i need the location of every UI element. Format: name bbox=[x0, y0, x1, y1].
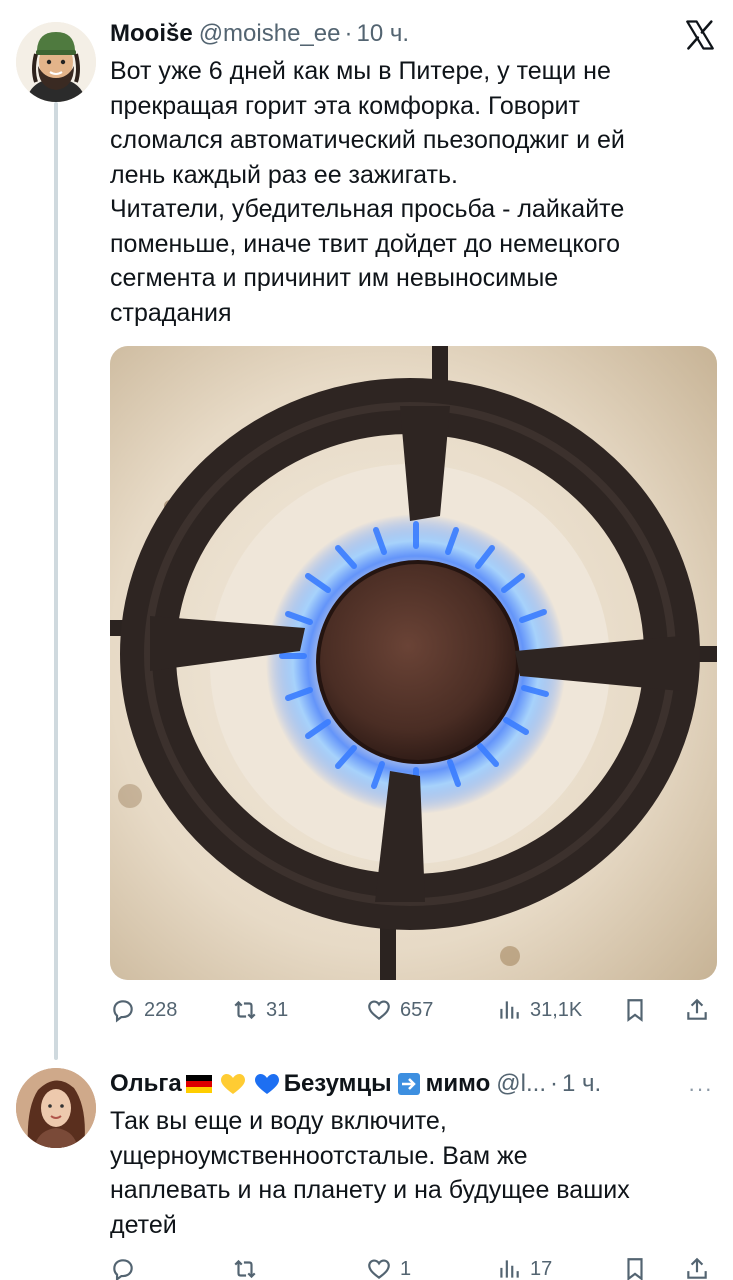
reply-author-avatar[interactable] bbox=[16, 1068, 96, 1148]
tweet-thread: Mooiše @moishe_ee · 10 ч. Вот уже 6 дней… bbox=[0, 0, 733, 1280]
views-count: 31,1K bbox=[530, 998, 583, 1021]
repost-icon bbox=[234, 1259, 256, 1279]
right-arrow-icon bbox=[395, 1073, 423, 1095]
reply-count: 228 bbox=[144, 998, 178, 1021]
reply-avatar-photo-icon bbox=[16, 1068, 96, 1148]
reply-like-count: 1 bbox=[400, 1257, 412, 1280]
views-button[interactable]: 31,1K bbox=[496, 993, 582, 1027]
reply-author-name-part2[interactable]: Безумцы bbox=[284, 1070, 392, 1098]
reply-author-handle[interactable]: @l... bbox=[496, 1070, 546, 1098]
reply-reply-button[interactable] bbox=[110, 1252, 144, 1280]
reply-tweet[interactable]: Ольга Безумцы мимо @l... · 1 ч. ··· Так … bbox=[110, 1064, 717, 1242]
views-bar-chart-icon bbox=[500, 1260, 519, 1278]
thread-connector-line bbox=[54, 102, 58, 1060]
reply-bubble-icon bbox=[113, 1259, 133, 1280]
reply-header-separator: · bbox=[549, 1070, 558, 1097]
reply-share-button[interactable] bbox=[684, 1252, 710, 1280]
tweet-timestamp[interactable]: 10 ч. bbox=[356, 20, 409, 48]
reply-bubble-icon bbox=[113, 1000, 133, 1023]
tweet-text: Вот уже 6 дней как мы в Питере, у тещи н… bbox=[110, 57, 625, 327]
repost-button[interactable]: 31 bbox=[232, 993, 288, 1027]
bookmark-icon bbox=[627, 999, 643, 1022]
repost-icon bbox=[234, 1000, 256, 1020]
reply-button[interactable]: 228 bbox=[110, 993, 177, 1027]
reply-views-count: 17 bbox=[530, 1257, 553, 1280]
more-options-button[interactable]: ··· bbox=[688, 1076, 713, 1102]
reply-like-button[interactable]: 1 bbox=[366, 1252, 411, 1280]
reply-actions-bar: 1 17 bbox=[110, 1252, 717, 1280]
like-count: 657 bbox=[400, 998, 434, 1021]
like-button[interactable]: 657 bbox=[366, 993, 433, 1027]
author-name[interactable]: Mooiše bbox=[110, 20, 193, 48]
reply-repost-button[interactable] bbox=[232, 1252, 266, 1280]
reply-author-name-part3[interactable]: мимо bbox=[426, 1070, 491, 1098]
repost-count: 31 bbox=[266, 998, 289, 1021]
x-logo-icon[interactable] bbox=[683, 18, 717, 52]
share-icon bbox=[687, 998, 707, 1020]
share-button[interactable] bbox=[684, 993, 710, 1027]
avatar-illustration-icon bbox=[16, 22, 96, 102]
bookmark-button[interactable] bbox=[622, 993, 648, 1027]
tweet-media-photo[interactable] bbox=[110, 346, 717, 980]
header-separator: · bbox=[344, 20, 353, 47]
reply-text: Так вы еще и воду включите, ущерноумстве… bbox=[110, 1107, 630, 1239]
reply-timestamp[interactable]: 1 ч. bbox=[562, 1070, 601, 1098]
views-bar-chart-icon bbox=[500, 1001, 519, 1019]
reply-bookmark-button[interactable] bbox=[622, 1252, 648, 1280]
main-tweet[interactable]: Mooiše @moishe_ee · 10 ч. Вот уже 6 дней… bbox=[110, 14, 717, 330]
heart-icon bbox=[368, 1000, 390, 1021]
gas-burner-photo-icon bbox=[110, 346, 717, 980]
author-avatar[interactable] bbox=[16, 22, 96, 102]
reply-header: Ольга Безумцы мимо @l... · 1 ч. bbox=[110, 1064, 717, 1104]
reply-author-name-part1[interactable]: Ольга bbox=[110, 1070, 182, 1098]
share-icon bbox=[687, 1257, 707, 1279]
tweet-actions-bar: 228 31 657 31,1K bbox=[110, 993, 717, 1027]
yellow-heart-icon bbox=[219, 1073, 247, 1095]
blue-heart-icon bbox=[253, 1073, 281, 1095]
author-handle[interactable]: @moishe_ee bbox=[199, 20, 341, 48]
reply-views-button[interactable]: 17 bbox=[496, 1252, 552, 1280]
germany-flag-icon bbox=[185, 1073, 213, 1095]
tweet-header: Mooiše @moishe_ee · 10 ч. bbox=[110, 14, 717, 54]
bookmark-icon bbox=[627, 1258, 643, 1280]
heart-icon bbox=[368, 1259, 390, 1280]
